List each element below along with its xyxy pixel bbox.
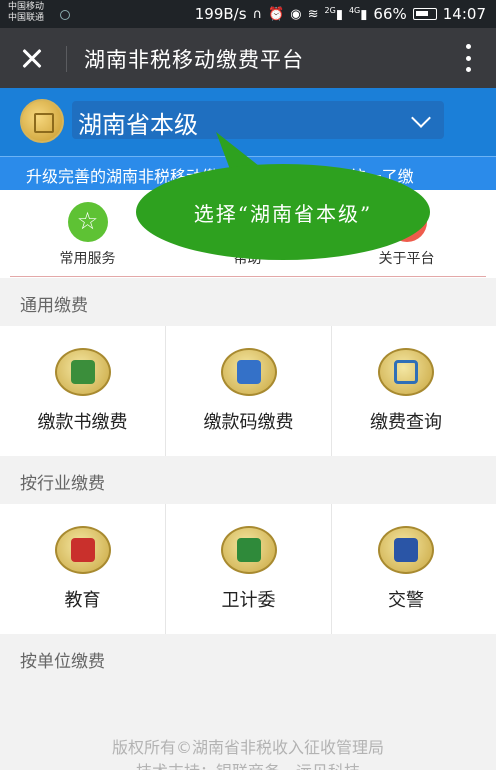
cell-label: 缴费查询 <box>370 412 442 433</box>
health-icon <box>220 526 277 574</box>
health-commission-button[interactable]: 卫计委 <box>166 504 332 634</box>
section-title-general: 通用缴费 <box>0 279 496 325</box>
barcode-icon <box>54 348 111 396</box>
payment-query-button[interactable]: 缴费查询 <box>326 326 486 456</box>
section-title-industry: 按行业缴费 <box>0 457 496 503</box>
chevron-down-icon <box>411 108 431 128</box>
carrier-1: 中国移动 <box>8 2 45 12</box>
headphone-icon: ∩ <box>252 6 263 22</box>
header-divider <box>66 46 67 72</box>
tech-support-text: 技术支持：银联商务、远见科技 <box>0 758 496 770</box>
alarm-icon: ⏰ <box>268 6 285 22</box>
education-icon <box>54 526 111 574</box>
signal-1-icon: 2G▮ <box>324 5 343 23</box>
pay-by-notice-button[interactable]: 缴款书缴费 <box>0 326 166 456</box>
emblem-logo <box>20 99 64 143</box>
industry-payment-grid: 教育 卫计委 交警 <box>0 504 496 634</box>
footer: 版权所有©湖南省非税收入征收管理局 技术支持：银联商务、远见科技 <box>0 700 496 770</box>
qrcode-icon <box>220 348 277 396</box>
globe-icon <box>60 10 70 20</box>
page-title: 湖南非税移动缴费平台 <box>84 48 304 72</box>
cell-label: 教育 <box>64 590 101 611</box>
cell-label: 交警 <box>388 590 424 611</box>
wifi-icon: ≋ <box>307 6 319 22</box>
carrier-2: 中国联通 <box>8 13 45 23</box>
star-icon <box>67 202 108 242</box>
nav-label: 常用服务 <box>59 251 116 267</box>
section-label: 按单位缴费 <box>20 652 105 672</box>
education-button[interactable]: 教育 <box>0 504 166 634</box>
traffic-police-button[interactable]: 交警 <box>326 504 486 634</box>
net-speed: 199B/s <box>194 5 247 23</box>
more-options-icon[interactable] <box>456 42 480 74</box>
clock: 14:07 <box>442 5 486 23</box>
battery-percent: 66% <box>373 5 407 23</box>
battery-icon <box>412 8 437 20</box>
section-label: 按行业缴费 <box>20 474 105 494</box>
search-icon <box>378 348 434 396</box>
close-icon[interactable] <box>12 38 52 78</box>
section-label: 通用缴费 <box>20 296 88 316</box>
carrier-info: 中国移动 中国联通 <box>8 2 70 24</box>
pay-by-code-button[interactable]: 缴款码缴费 <box>166 326 332 456</box>
police-icon <box>378 526 434 574</box>
status-bar: 中国移动 中国联通 199B/s ∩ ⏰ ◉ ≋ 2G▮ 4G▮ 66% 14:… <box>0 0 496 28</box>
status-indicators: 199B/s ∩ ⏰ ◉ ≋ 2G▮ 4G▮ 66% 14:07 <box>195 5 486 23</box>
callout-bubble: 选择“湖南省本级” <box>136 164 430 260</box>
section-title-unit: 按单位缴费 <box>0 635 496 681</box>
general-payment-grid: 缴款书缴费 缴款码缴费 缴费查询 <box>0 326 496 456</box>
nav-underline <box>10 276 486 277</box>
callout-text: 选择“湖南省本级” <box>193 202 373 226</box>
signal-2-icon: 4G▮ <box>348 5 368 23</box>
app-header: 湖南非税移动缴费平台 <box>0 28 496 88</box>
cell-label: 缴款书缴费 <box>37 412 128 433</box>
region-selected-value: 湖南省本级 <box>78 111 198 139</box>
cell-label: 卫计委 <box>221 590 276 611</box>
copyright-text: 版权所有©湖南省非税收入征收管理局 <box>111 738 384 757</box>
cell-label: 缴款码缴费 <box>203 412 294 433</box>
eye-icon: ◉ <box>290 6 302 22</box>
